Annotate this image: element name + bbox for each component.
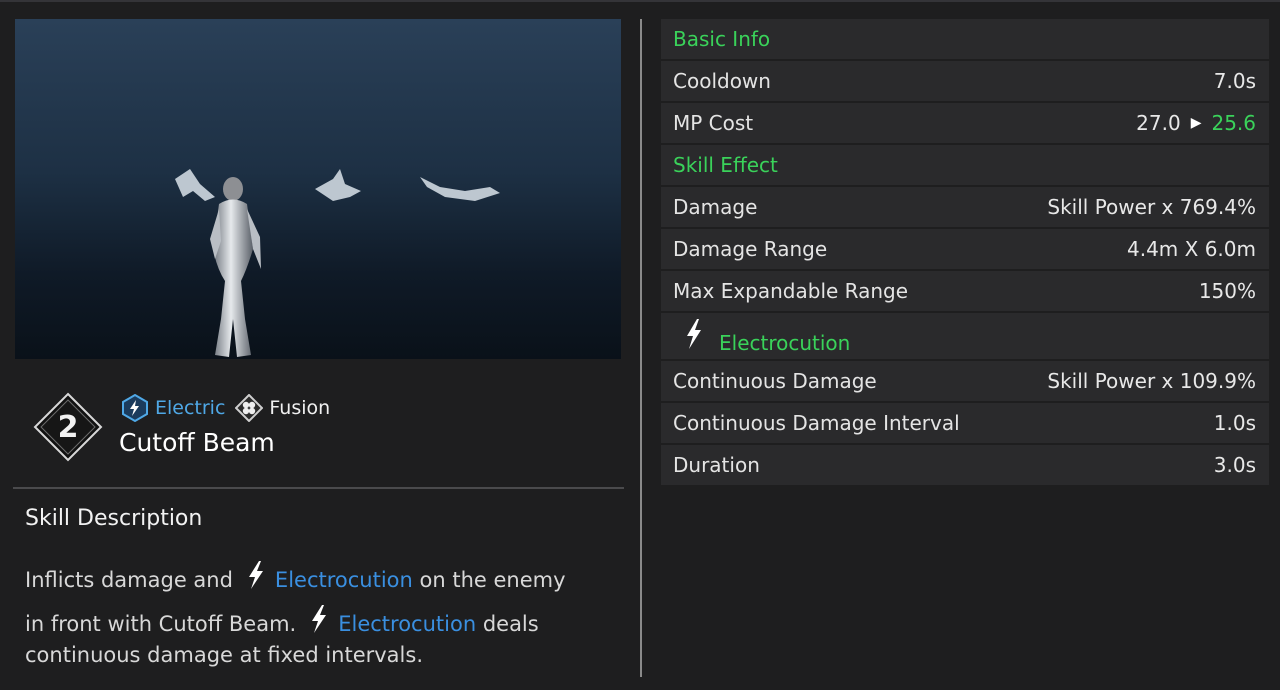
lightning-bolt-icon [312, 605, 327, 633]
player-character [210, 177, 261, 357]
column-separator [640, 19, 642, 677]
skill-preview-video[interactable] [15, 19, 621, 359]
stat-label: Damage Range [673, 237, 828, 261]
lightning-bolt-icon [687, 319, 701, 349]
fusion-icon [235, 394, 264, 422]
skill-slot-badge: 2 [33, 392, 103, 462]
stat-label: MP Cost [673, 111, 754, 135]
stat-label: Damage [673, 195, 758, 219]
preview-scene [175, 169, 500, 357]
skill-header: 2 Electric Fusion Cutoff Beam [15, 374, 621, 474]
stat-value: Skill Power x 769.4% [1047, 195, 1256, 219]
lightning-bolt-icon [248, 561, 263, 589]
stat-row-continuous-damage: Continuous Damage Skill Power x 109.9% [661, 361, 1269, 401]
mp-old-value: 27.0 [1136, 111, 1181, 135]
skill-detail-window: 2 Electric Fusion Cutoff Beam Skill Desc… [0, 0, 1280, 690]
drone-middle [315, 169, 361, 201]
skill-tags: Electric Fusion [121, 394, 330, 422]
mp-new-value: 25.6 [1211, 111, 1256, 135]
type-label: Fusion [269, 397, 331, 419]
section-title: Electrocution [719, 331, 851, 355]
stat-row-cooldown: Cooldown 7.0s [661, 61, 1269, 101]
stat-value: 7.0s [1213, 69, 1256, 93]
stat-row-damage: Damage Skill Power x 769.4% [661, 187, 1269, 227]
stat-row-mp-cost: MP Cost 27.0 ▶ 25.6 [661, 103, 1269, 143]
section-title: Skill Effect [673, 153, 778, 177]
element-label: Electric [155, 397, 226, 419]
description-text: in front with Cutoff Beam. [25, 612, 297, 636]
skill-stats-table: Basic Info Cooldown 7.0s MP Cost 27.0 ▶ … [661, 19, 1269, 487]
drone-left [175, 169, 215, 201]
skill-name: Cutoff Beam [119, 428, 275, 457]
section-basic-info: Basic Info [661, 19, 1269, 59]
section-skill-effect: Skill Effect [661, 145, 1269, 185]
type-tag: Fusion [235, 394, 330, 422]
electrocution-keyword[interactable]: Electrocution [338, 612, 476, 636]
electric-icon [122, 394, 148, 422]
section-divider [13, 487, 624, 489]
electrocution-keyword[interactable]: Electrocution [275, 568, 413, 592]
stat-row-continuous-damage-interval: Continuous Damage Interval 1.0s [661, 403, 1269, 443]
stat-value: 27.0 ▶ 25.6 [1136, 111, 1256, 135]
stat-label: Max Expandable Range [673, 279, 909, 303]
stat-label: Cooldown [673, 69, 771, 93]
section-electrocution: Electrocution [661, 313, 1269, 359]
stat-label: Duration [673, 453, 760, 477]
section-title: Basic Info [673, 27, 771, 51]
description-text: Inflicts damage and [25, 568, 233, 592]
element-tag: Electric [121, 394, 225, 422]
description-text: on the enemy [419, 568, 566, 592]
stat-row-duration: Duration 3.0s [661, 445, 1269, 485]
drone-right [420, 177, 500, 201]
stat-value: 1.0s [1213, 411, 1256, 435]
skill-description: Inflicts damage and Electrocution on the … [25, 558, 615, 670]
stat-label: Continuous Damage Interval [673, 411, 960, 435]
stat-value: 150% [1198, 279, 1256, 303]
description-text: deals [482, 612, 539, 636]
description-line-1: Inflicts damage and Electrocution on the … [25, 558, 615, 602]
stat-row-damage-range: Damage Range 4.4m X 6.0m [661, 229, 1269, 269]
stat-row-max-expandable-range: Max Expandable Range 150% [661, 271, 1269, 311]
stat-value: 3.0s [1213, 453, 1256, 477]
arrow-right-icon: ▶ [1190, 115, 1202, 131]
skill-slot-number: 2 [57, 409, 79, 445]
stat-label: Continuous Damage [673, 369, 877, 393]
stat-value: 4.4m X 6.0m [1127, 237, 1256, 261]
stat-value: Skill Power x 109.9% [1047, 369, 1256, 393]
description-title: Skill Description [25, 506, 203, 531]
